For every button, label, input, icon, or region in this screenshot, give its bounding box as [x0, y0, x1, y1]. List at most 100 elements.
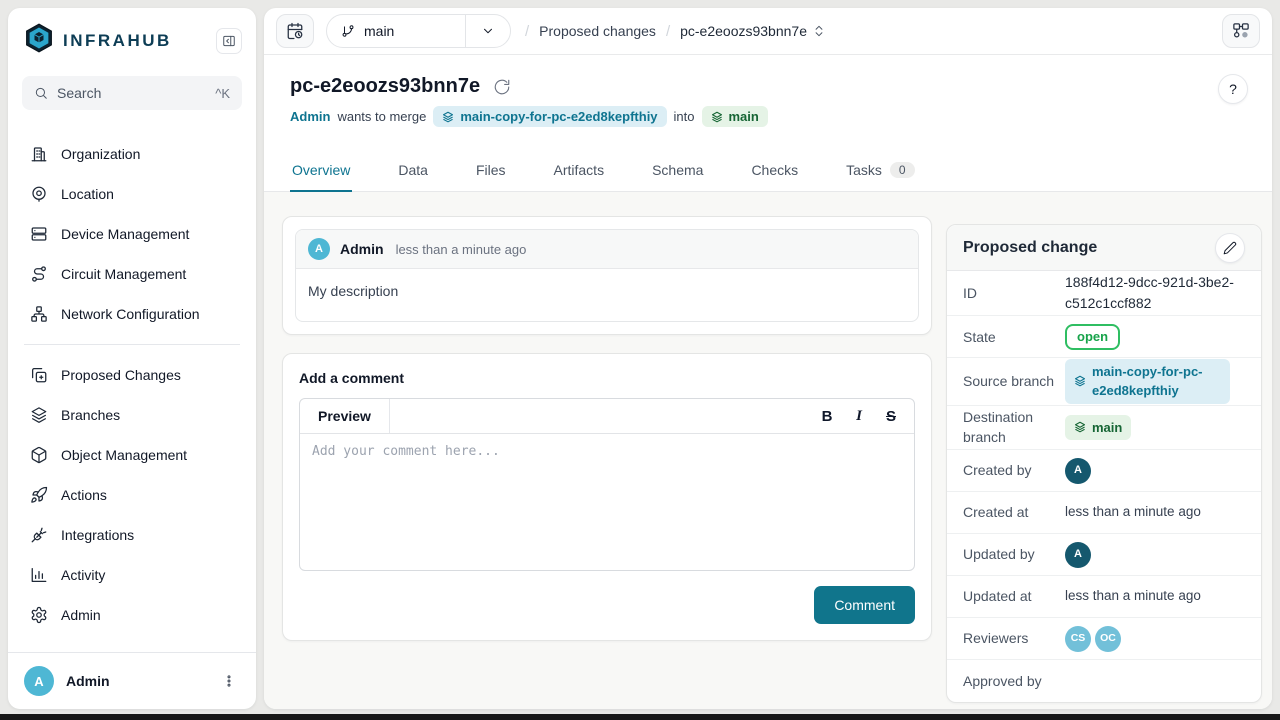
sidebar-item-proposed-changes[interactable]: Proposed Changes — [20, 355, 244, 395]
destination-branch-badge[interactable]: main — [1065, 415, 1131, 441]
add-comment-card: Add a comment Preview B I S — [282, 353, 932, 641]
comment-author-avatar: A — [308, 238, 330, 260]
search-input[interactable]: Search ^K — [22, 76, 242, 110]
sidebar-item-network-configuration[interactable]: Network Configuration — [20, 294, 244, 334]
sidebar-item-actions[interactable]: Actions — [20, 475, 244, 515]
box-icon — [30, 446, 48, 464]
calendar-clock-icon — [286, 22, 304, 40]
user-avatar: A — [24, 666, 54, 696]
help-button[interactable]: ? — [1218, 74, 1248, 104]
comment-body: My description — [296, 269, 918, 321]
reviewer-avatar-cs[interactable]: CS — [1065, 626, 1091, 652]
detail-row-created-by: Created by A — [947, 450, 1261, 492]
app-window: INFRAHUB Search ^K Organization Location… — [0, 0, 1280, 720]
git-branch-icon — [341, 24, 355, 38]
comment-timestamp: less than a minute ago — [396, 242, 527, 257]
sidebar-item-label: Network Configuration — [61, 306, 200, 322]
detail-row-reviewers: Reviewers CS OC — [947, 618, 1261, 660]
breadcrumb-proposed-changes[interactable]: Proposed changes — [539, 23, 656, 39]
detail-row-approved-by: Approved by — [947, 660, 1261, 702]
sidebar-item-branches[interactable]: Branches — [20, 395, 244, 435]
window-bottom-edge — [0, 714, 1280, 720]
id-value: 188f4d12-9dcc-921d-3be2-c512c1ccf882 — [1065, 272, 1245, 314]
sidebar-item-object-management[interactable]: Object Management — [20, 435, 244, 475]
sidebar: INFRAHUB Search ^K Organization Location… — [8, 8, 256, 709]
title-section: pc-e2eoozs93bnn7e ? Admin wants to merge… — [264, 55, 1272, 127]
updated-by-avatar[interactable]: A — [1065, 542, 1091, 568]
bar-chart-icon — [30, 566, 48, 584]
branch-selector-toggle[interactable] — [466, 15, 510, 47]
schema-visualizer-button[interactable] — [1222, 14, 1260, 48]
sidebar-item-location[interactable]: Location — [20, 174, 244, 214]
sidebar-item-circuit-management[interactable]: Circuit Management — [20, 254, 244, 294]
created-at-value: less than a minute ago — [1065, 502, 1245, 522]
layers-icon — [442, 111, 454, 123]
comments-column: A Admin less than a minute ago My descri… — [282, 216, 932, 703]
source-branch-badge[interactable]: main-copy-for-pc-e2ed8kepfthiy — [1065, 359, 1230, 404]
sidebar-item-device-management[interactable]: Device Management — [20, 214, 244, 254]
bold-button[interactable]: B — [814, 403, 840, 429]
edit-proposed-change-button[interactable] — [1215, 233, 1245, 263]
sidebar-item-label: Proposed Changes — [61, 367, 181, 383]
branch-selector-value[interactable]: main — [327, 15, 465, 47]
overview-content: A Admin less than a minute ago My descri… — [264, 192, 1272, 709]
sidebar-item-admin[interactable]: Admin — [20, 595, 244, 635]
infrahub-logo-icon — [24, 23, 54, 58]
layers-icon — [1074, 421, 1086, 433]
sidebar-item-label: Object Management — [61, 447, 187, 463]
proposed-changes-icon — [30, 366, 48, 384]
tab-data[interactable]: Data — [396, 147, 430, 192]
tab-files[interactable]: Files — [474, 147, 508, 192]
panel-collapse-icon — [222, 34, 236, 48]
sidebar-collapse-button[interactable] — [216, 28, 242, 54]
refresh-button[interactable] — [493, 78, 511, 96]
comment-header: A Admin less than a minute ago — [296, 230, 918, 269]
tab-checks[interactable]: Checks — [749, 147, 800, 192]
user-menu-button[interactable] — [218, 670, 240, 692]
comment-submit-button[interactable]: Comment — [814, 586, 915, 624]
detail-row-source-branch: Source branch main-copy-for-pc-e2ed8kepf… — [947, 358, 1261, 405]
pencil-icon — [1223, 241, 1237, 255]
detail-row-created-at: Created at less than a minute ago — [947, 492, 1261, 534]
network-icon — [30, 305, 48, 323]
sidebar-item-integrations[interactable]: Integrations — [20, 515, 244, 555]
location-icon — [30, 185, 48, 203]
search-shortcut: ^K — [215, 86, 230, 101]
plug-icon — [30, 526, 48, 544]
breadcrumb-separator: / — [525, 23, 529, 40]
route-icon — [30, 265, 48, 283]
comment-textarea[interactable] — [300, 434, 914, 565]
date-selector-button[interactable] — [276, 14, 314, 48]
reviewer-avatar-oc[interactable]: OC — [1095, 626, 1121, 652]
destination-branch-badge[interactable]: main — [702, 106, 768, 127]
sidebar-item-label: Circuit Management — [61, 266, 186, 282]
sidebar-item-label: Integrations — [61, 527, 134, 543]
sidebar-item-label: Organization — [61, 146, 140, 162]
source-branch-badge[interactable]: main-copy-for-pc-e2ed8kepfthiy — [433, 106, 666, 127]
sidebar-item-organization[interactable]: Organization — [20, 134, 244, 174]
tab-schema[interactable]: Schema — [650, 147, 705, 192]
rocket-icon — [30, 486, 48, 504]
layers-icon — [30, 406, 48, 424]
merge-author-link[interactable]: Admin — [290, 109, 330, 124]
sidebar-item-label: Actions — [61, 487, 107, 503]
tab-overview[interactable]: Overview — [290, 147, 352, 192]
panel-title: Proposed change — [963, 239, 1097, 257]
sidebar-item-label: Activity — [61, 567, 105, 583]
preview-tab[interactable]: Preview — [300, 399, 390, 433]
sidebar-item-activity[interactable]: Activity — [20, 555, 244, 595]
breadcrumb-separator: / — [666, 23, 670, 40]
detail-row-id: ID 188f4d12-9dcc-921d-3be2-c512c1ccf882 — [947, 271, 1261, 316]
refresh-icon — [493, 78, 511, 96]
sidebar-nav-secondary: Proposed Changes Branches Object Managem… — [8, 355, 256, 635]
breadcrumb-current-item[interactable]: pc-e2eoozs93bnn7e — [680, 23, 826, 39]
branch-selector[interactable]: main — [326, 14, 511, 48]
tab-artifacts[interactable]: Artifacts — [552, 147, 607, 192]
add-comment-heading: Add a comment — [299, 370, 915, 386]
created-by-avatar[interactable]: A — [1065, 458, 1091, 484]
main-panel: main / Proposed changes / pc-e2eoozs93bn… — [264, 8, 1272, 709]
strikethrough-button[interactable]: S — [878, 403, 904, 429]
italic-button[interactable]: I — [846, 403, 872, 429]
tab-tasks[interactable]: Tasks 0 — [844, 147, 916, 192]
kebab-menu-icon — [222, 674, 236, 688]
